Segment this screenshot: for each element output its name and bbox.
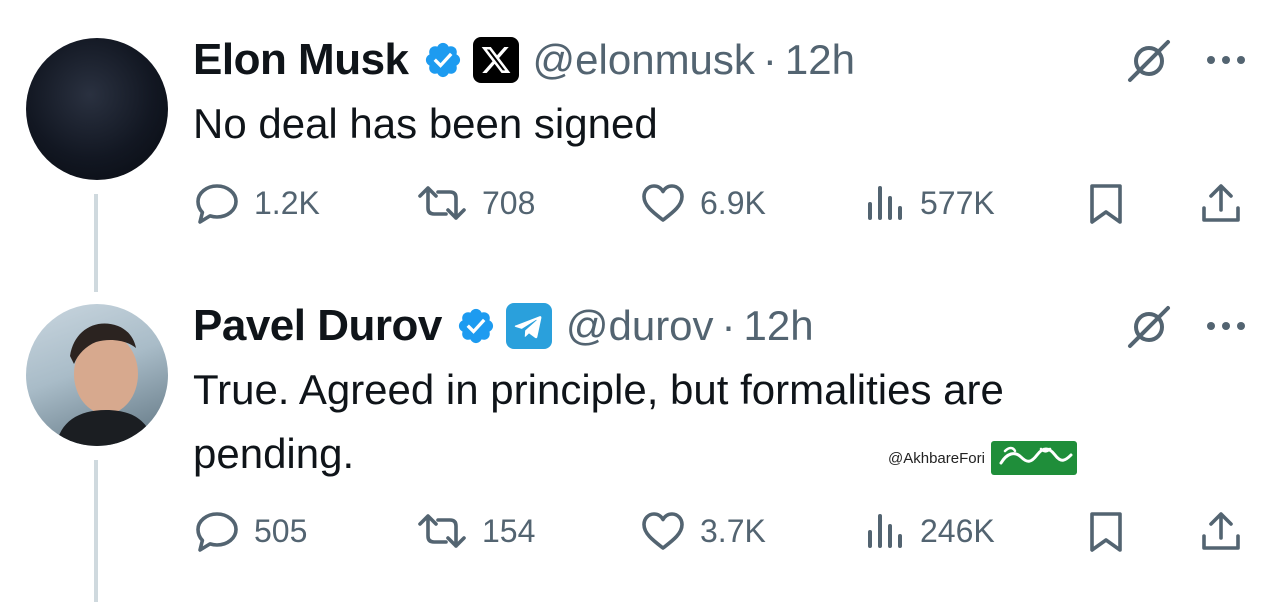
grok-icon[interactable] bbox=[1124, 36, 1174, 86]
reply-icon bbox=[196, 512, 238, 552]
like-count: 6.9K bbox=[700, 184, 766, 221]
author-name[interactable]: Pavel Durov bbox=[193, 301, 442, 351]
like-icon bbox=[642, 512, 684, 550]
reply-icon bbox=[196, 184, 238, 224]
separator-dot: · bbox=[762, 36, 777, 83]
watermark-logo bbox=[990, 441, 1077, 475]
watermark-handle: @AkhbareFori bbox=[888, 449, 985, 467]
tweet-header: Pavel Durov @durov · 12h bbox=[193, 301, 814, 351]
tweet-header: Elon Musk @elonmusk · 12h bbox=[193, 35, 855, 85]
share-icon[interactable] bbox=[1198, 180, 1244, 226]
like-button[interactable]: 3.7K bbox=[640, 510, 766, 552]
share-icon[interactable] bbox=[1198, 508, 1244, 554]
more-icon[interactable] bbox=[1204, 316, 1248, 336]
action-bar: 1.2K 708 6.9K 577K bbox=[0, 178, 1280, 228]
telegram-logo-icon bbox=[505, 303, 552, 349]
more-icon[interactable] bbox=[1204, 50, 1248, 70]
like-icon bbox=[642, 184, 684, 222]
tweet-text: No deal has been signed bbox=[193, 100, 658, 147]
reply-count: 505 bbox=[254, 512, 308, 549]
timestamp[interactable]: 12h bbox=[744, 302, 814, 350]
timestamp[interactable]: 12h bbox=[785, 36, 855, 84]
retweet-button[interactable]: 154 bbox=[416, 510, 535, 552]
like-count: 3.7K bbox=[700, 512, 766, 549]
tweet-elon[interactable]: Elon Musk @elonmusk · 12h No deal has be… bbox=[0, 0, 1280, 292]
retweet-button[interactable]: 708 bbox=[416, 182, 535, 224]
action-bar: 505 154 3.7K 246K bbox=[0, 508, 1280, 558]
views-button[interactable]: 246K bbox=[864, 510, 995, 552]
retweet-icon bbox=[418, 186, 466, 220]
author-handle[interactable]: @durov bbox=[566, 302, 714, 350]
reply-count: 1.2K bbox=[254, 184, 320, 221]
reply-button[interactable]: 1.2K bbox=[194, 182, 320, 224]
author-name[interactable]: Elon Musk bbox=[193, 35, 409, 85]
avatar[interactable] bbox=[26, 38, 168, 180]
reply-button[interactable]: 505 bbox=[194, 510, 307, 552]
avatar[interactable] bbox=[26, 304, 168, 446]
author-handle[interactable]: @elonmusk bbox=[533, 36, 755, 84]
views-count: 577K bbox=[920, 184, 995, 221]
bookmark-icon[interactable] bbox=[1086, 182, 1126, 226]
views-button[interactable]: 577K bbox=[864, 182, 995, 224]
tweet-durov[interactable]: Pavel Durov @durov · 12h True. Agreed in… bbox=[0, 280, 1280, 602]
bookmark-icon[interactable] bbox=[1086, 510, 1126, 554]
watermark: @AkhbareFori bbox=[888, 440, 1077, 476]
separator-dot: · bbox=[721, 302, 736, 349]
x-logo-icon bbox=[472, 37, 519, 83]
verified-badge-icon bbox=[458, 308, 493, 344]
views-icon bbox=[868, 186, 902, 220]
retweet-count: 708 bbox=[482, 184, 536, 221]
avatar-portrait bbox=[56, 323, 154, 446]
views-count: 246K bbox=[920, 512, 995, 549]
like-button[interactable]: 6.9K bbox=[640, 182, 766, 224]
views-icon bbox=[868, 514, 902, 548]
retweet-count: 154 bbox=[482, 512, 536, 549]
grok-icon[interactable] bbox=[1124, 302, 1174, 352]
verified-badge-icon bbox=[425, 42, 460, 78]
retweet-icon bbox=[418, 514, 466, 548]
